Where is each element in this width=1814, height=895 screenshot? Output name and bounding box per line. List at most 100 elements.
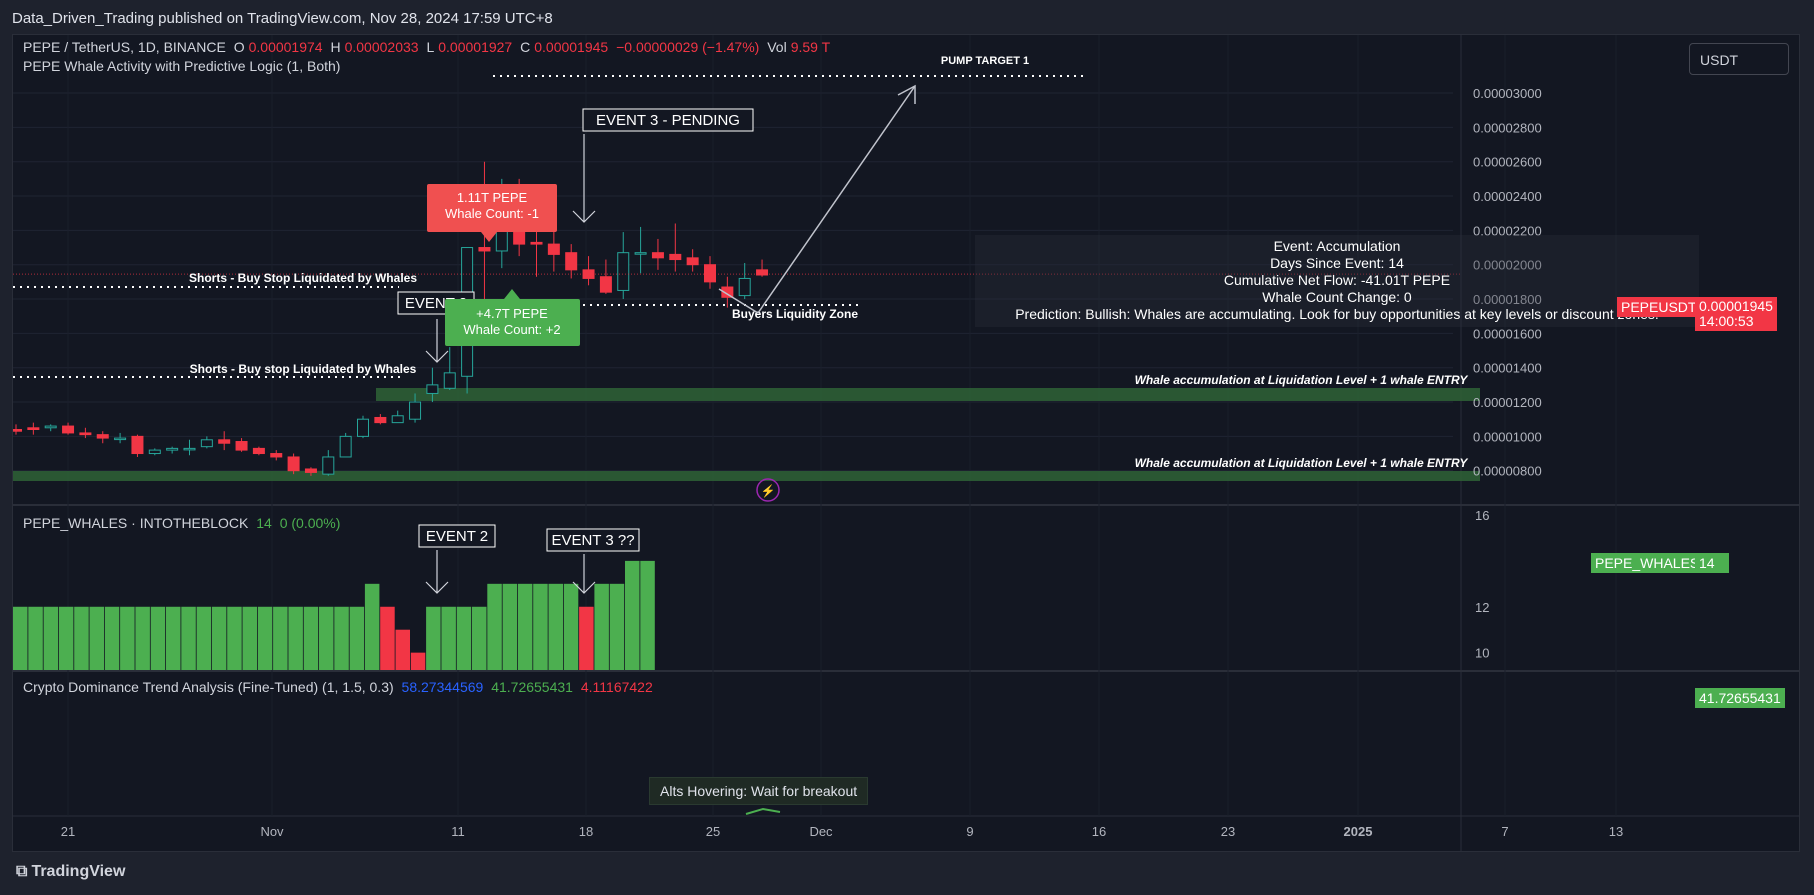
high-value: 0.00002033 <box>344 39 419 55</box>
candle-body <box>565 252 578 271</box>
whales-change: 0 (0.00%) <box>279 515 341 531</box>
event3-lower-label: EVENT 3 ?? <box>551 532 634 549</box>
whales-name[interactable]: PEPE_WHALES · INTOTHEBLOCK <box>23 515 248 531</box>
whale-bar <box>533 583 548 670</box>
whales-value: 14 <box>256 515 272 531</box>
whale-bar <box>120 606 135 670</box>
candle-body <box>669 253 682 261</box>
event3-pending-label: EVENT 3 - PENDING <box>596 112 740 129</box>
whale-bar <box>517 583 533 670</box>
candle-body <box>27 427 40 430</box>
whale-bar <box>150 606 166 670</box>
price-tick-label: 0.00001400 <box>1473 361 1542 376</box>
info-box: Event: Accumulation Days Since Event: 14… <box>975 235 1699 327</box>
red-whale-label-pointer <box>481 232 497 242</box>
whale-bar <box>640 560 655 670</box>
candle-body <box>96 434 109 439</box>
candle-body <box>131 435 144 455</box>
time-tick-label: 23 <box>1221 824 1235 839</box>
dominance-v2: 41.72655431 <box>491 679 573 695</box>
candle-body <box>304 468 317 473</box>
tradingview-logo[interactable]: ⧉ TradingView <box>12 863 125 881</box>
volume-value: 9.59 T <box>790 39 831 55</box>
whale-bar <box>273 606 288 670</box>
whale-bar <box>104 606 120 670</box>
candle-body <box>287 456 300 472</box>
time-tick-label: 11 <box>451 824 465 839</box>
footer-brand: TradingView <box>31 863 126 880</box>
candle-body <box>738 277 751 297</box>
shorts-label-1: Shorts - Buy Stop Liquidated by Whales <box>189 271 417 285</box>
chart-frame[interactable]: PUMP TARGET 1 Shorts - Buy Stop Liquidate… <box>12 34 1800 852</box>
candles-layer <box>13 161 769 476</box>
whale-bar <box>135 606 150 670</box>
dominance-v3: 4.11167422 <box>580 679 653 695</box>
alts-hovering-label: Alts Hovering: Wait for breakout <box>649 777 869 805</box>
currency-button[interactable]: USDT <box>1689 43 1789 75</box>
time-tick-label: 13 <box>1609 824 1623 839</box>
candle-body <box>114 437 127 441</box>
dominance-name[interactable]: Crypto Dominance Trend Analysis (Fine-Tu… <box>23 679 394 695</box>
whale-bar <box>380 606 395 670</box>
whales-tick-label: 10 <box>1475 646 1489 661</box>
candle-body <box>426 384 439 394</box>
whale-bar <box>472 606 487 670</box>
time-tick-label: Dec <box>809 824 833 839</box>
whale-bar <box>181 606 196 670</box>
whale-bar <box>13 606 28 670</box>
candle-body <box>252 447 265 455</box>
whale-zone-lower <box>13 471 1480 481</box>
candle-body <box>62 425 75 434</box>
red-whale-label-l1: 1.11T PEPE <box>457 190 528 205</box>
candle-body <box>218 439 231 444</box>
whale-bar <box>166 606 181 670</box>
alert-bolt-icon: ⚡ <box>761 484 776 498</box>
red-whale-label-l2: Whale Count: -1 <box>445 206 539 221</box>
green-whale-label-pointer <box>504 289 520 299</box>
whale-bar <box>74 606 89 670</box>
whale-zone-label-1: Whale accumulation at Liquidation Level … <box>1135 373 1469 387</box>
candle-body <box>409 401 422 420</box>
indicator-legend[interactable]: PEPE Whale Activity with Predictive Logi… <box>23 58 340 74</box>
main-legend: PEPE / TetherUS, 1D, BINANCE O 0.00001974… <box>23 39 834 55</box>
candle-body <box>547 243 560 255</box>
whales-series-tag: PEPE_WHALES <box>1591 553 1704 573</box>
whale-bar <box>257 606 273 670</box>
info-line-2: Days Since Event: 14 <box>1270 255 1404 271</box>
price-tick-label: 0.00003000 <box>1473 86 1542 101</box>
candle-body <box>183 447 196 451</box>
event2-lower-label: EVENT 2 <box>426 528 488 545</box>
candle-body <box>374 416 387 424</box>
whale-bar <box>609 583 625 670</box>
low-value: 0.00001927 <box>438 39 513 55</box>
shorts-label-2: Shorts - Buy stop Liquidated by Whales <box>190 362 417 376</box>
whale-bar <box>502 583 518 670</box>
chart-canvas[interactable]: PUMP TARGET 1 Shorts - Buy Stop Liquidate… <box>13 35 1800 852</box>
candle-body <box>44 425 57 429</box>
price-tick-label: 0.00002800 <box>1473 120 1542 135</box>
whale-bar <box>303 606 319 670</box>
whale-bar <box>364 583 380 670</box>
whale-bar <box>579 606 594 670</box>
candle-body <box>599 276 612 293</box>
whales-tick-label: 16 <box>1475 508 1489 523</box>
whale-bar <box>410 652 426 670</box>
candle-body <box>634 252 647 255</box>
whales-legend: PEPE_WHALES · INTOTHEBLOCK 14 0 (0.00%) <box>23 515 344 531</box>
green-whale-label-l1: +4.7T PEPE <box>476 306 548 321</box>
candle-body <box>270 453 283 458</box>
dominance-line <box>745 807 781 815</box>
info-line-4: Whale Count Change: 0 <box>1262 289 1412 305</box>
close-label: C <box>520 39 531 55</box>
price-tick-label: 0.00002400 <box>1473 189 1542 204</box>
whale-bar <box>43 606 59 670</box>
price-tick-label: 0.00000800 <box>1473 464 1542 479</box>
dominance-legend: Crypto Dominance Trend Analysis (Fine-Tu… <box>23 679 657 695</box>
symbol-label[interactable]: PEPE / TetherUS, 1D, BINANCE <box>23 39 226 55</box>
whale-bar <box>395 629 410 670</box>
close-value: 0.00001945 <box>534 39 609 55</box>
whale-bar <box>196 606 212 670</box>
candle-body <box>339 435 352 458</box>
candle-body <box>530 241 543 245</box>
symbol-price-tag: PEPEUSDT <box>1617 297 1701 317</box>
